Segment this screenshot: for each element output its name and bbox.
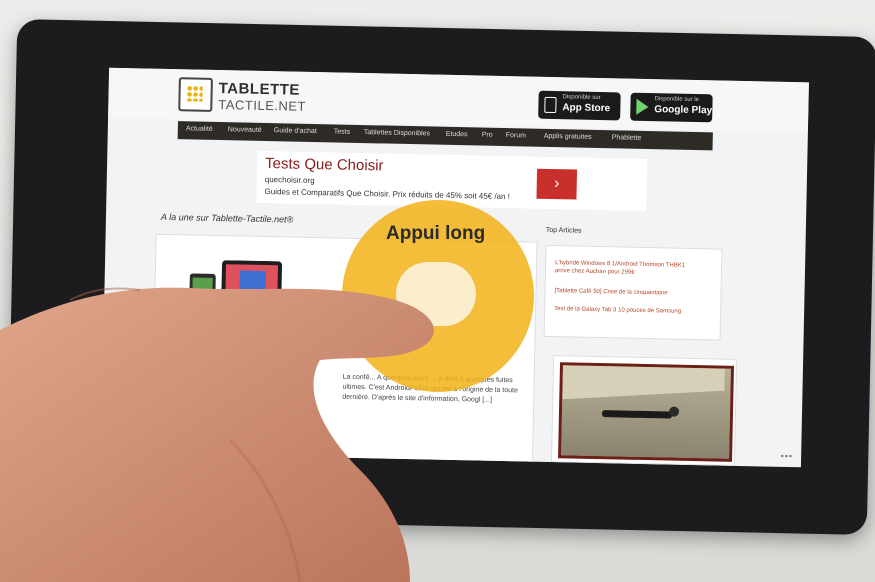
- photo: TABLETTE TACTILE.NET Disponible sur App …: [0, 0, 875, 582]
- hand-pointing: [0, 287, 434, 582]
